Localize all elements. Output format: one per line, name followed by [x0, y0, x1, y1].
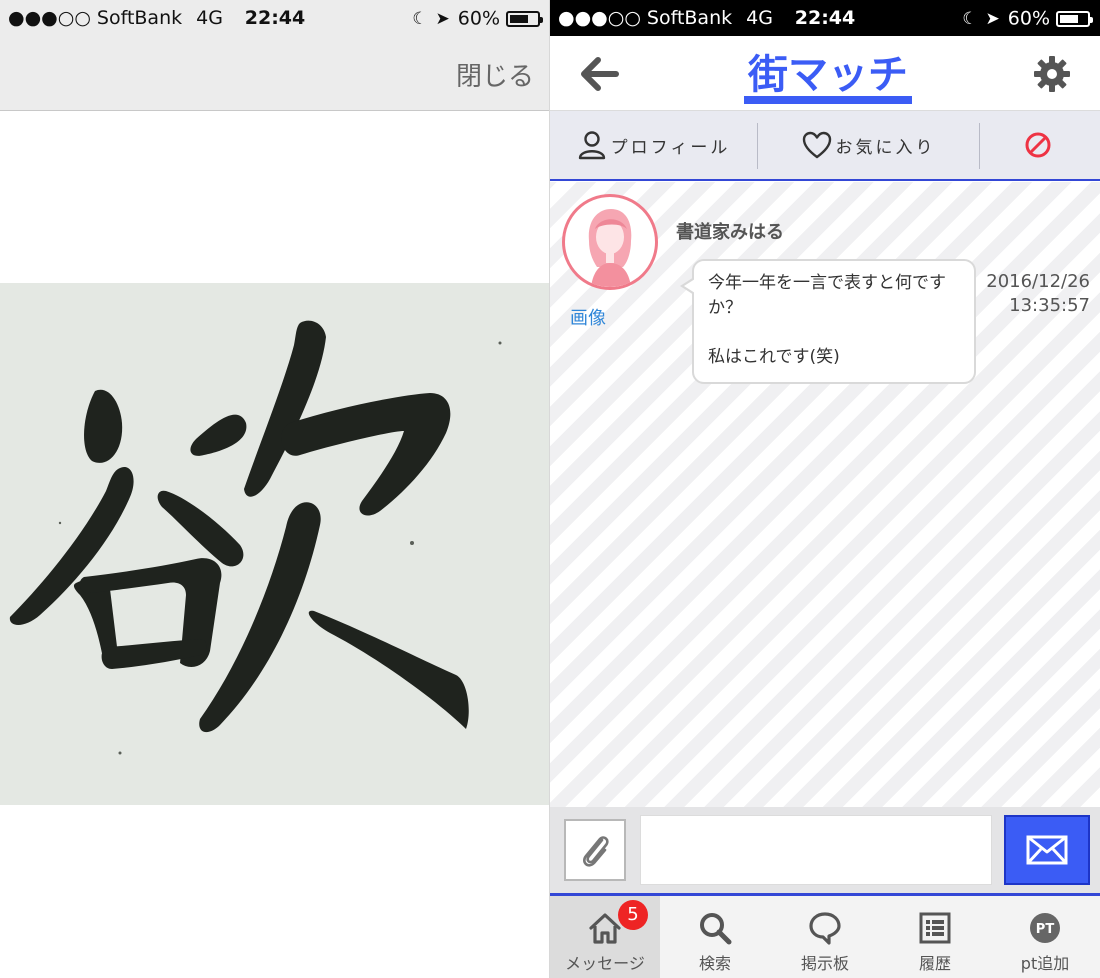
- viewer-toolbar: 閉じる: [0, 36, 549, 111]
- back-button[interactable]: [578, 54, 622, 94]
- block-icon: [1025, 132, 1051, 158]
- profile-tab-bar: プロフィール お気に入り: [550, 111, 1100, 181]
- nav-item-search[interactable]: 検索: [660, 896, 770, 978]
- tab-block[interactable]: [980, 111, 1100, 179]
- paperclip-icon: [583, 836, 609, 867]
- message-input[interactable]: [640, 815, 992, 885]
- message-text: 今年一年を一言で表すと何ですか？ 私はこれです(笑): [708, 273, 946, 367]
- battery-percent: 60%: [457, 7, 500, 30]
- nav-item-pt[interactable]: PT pt追加: [990, 896, 1100, 978]
- status-icons: ☾ ➤ 60%: [412, 7, 543, 30]
- pt-icon: PT: [1030, 913, 1060, 943]
- user-icon: [578, 131, 605, 160]
- nav-label-history: 履歴: [918, 954, 951, 973]
- tab-favorite[interactable]: お気に入り: [758, 111, 979, 179]
- avatar[interactable]: [562, 194, 658, 290]
- nav-label-message: メッセージ: [565, 954, 645, 973]
- app-header: 街マッチ: [550, 36, 1100, 111]
- message-time: 13:35:57: [1009, 295, 1090, 317]
- status-bar: ●●●○○ SoftBank 4G 22:44 ☾ ➤ 60%: [550, 0, 1100, 36]
- bottom-nav: メッセージ 5 検索 掲示板 履歴 PT pt追加: [550, 893, 1100, 978]
- logo-graphic: 街マッチ: [744, 52, 912, 104]
- nav-item-history[interactable]: 履歴: [880, 896, 990, 978]
- calligraphy-image: [0, 283, 549, 805]
- envelope-icon: [1026, 835, 1068, 865]
- nav-label-search: 検索: [698, 954, 731, 973]
- image-viewer-pane: ●●●○○ SoftBank 4G 22:44 ☾ ➤ 60% 閉じる: [0, 0, 550, 978]
- heart-icon: [802, 131, 831, 159]
- gear-icon: [1034, 56, 1070, 92]
- status-bar: ●●●○○ SoftBank 4G 22:44 ☾ ➤ 60%: [0, 0, 549, 36]
- chat-pane: ●●●○○ SoftBank 4G 22:44 ☾ ➤ 60% 街マッチ プロフ…: [550, 0, 1100, 978]
- svg-text:PT: PT: [1036, 922, 1055, 937]
- battery-icon: [1056, 10, 1093, 27]
- tab-profile-label: プロフィール: [610, 137, 731, 158]
- status-icons: ☾ ➤ 60%: [962, 7, 1093, 30]
- sender-name: 書道家みはる: [676, 222, 784, 243]
- attach-button[interactable]: [564, 819, 626, 881]
- app-logo: 街マッチ: [738, 44, 918, 108]
- tab-favorite-label: お気に入り: [835, 137, 936, 158]
- logo-text: 街マッチ: [747, 52, 908, 98]
- compose-bar: [550, 807, 1100, 893]
- nav-item-message[interactable]: メッセージ 5: [550, 896, 660, 978]
- message-thread[interactable]: 画像 書道家みはる 今年一年を一言で表すと何ですか？ 私はこれです(笑) 201…: [550, 182, 1100, 807]
- moon-icon: ☾: [962, 8, 978, 29]
- close-button[interactable]: 閉じる: [456, 56, 534, 93]
- message-bubble: 今年一年を一言で表すと何ですか？ 私はこれです(笑): [680, 259, 976, 384]
- calligraphy-drawing: [0, 283, 549, 805]
- nav-label-board: 掲示板: [800, 954, 849, 973]
- battery-percent: 60%: [1007, 7, 1050, 30]
- nav-item-board[interactable]: 掲示板: [770, 896, 880, 978]
- message-date: 2016/12/26: [986, 271, 1090, 292]
- speech-bubble-icon: [809, 912, 841, 945]
- image-link[interactable]: 画像: [570, 304, 606, 330]
- send-button[interactable]: [1004, 815, 1090, 885]
- moon-icon: ☾: [412, 8, 428, 29]
- location-arrow-icon: ➤: [435, 8, 450, 29]
- unread-badge: 5: [618, 900, 648, 930]
- arrow-left-icon: [581, 57, 619, 91]
- location-arrow-icon: ➤: [985, 8, 1000, 29]
- settings-button[interactable]: [1032, 54, 1072, 94]
- nav-label-pt: pt追加: [1020, 954, 1070, 973]
- battery-icon: [506, 10, 543, 27]
- tab-profile[interactable]: プロフィール: [550, 111, 757, 179]
- search-icon: [700, 913, 732, 945]
- list-icon: [919, 912, 951, 944]
- woman-avatar-icon: [588, 209, 632, 287]
- message-timestamp: 2016/12/26 13:35:57: [986, 270, 1090, 319]
